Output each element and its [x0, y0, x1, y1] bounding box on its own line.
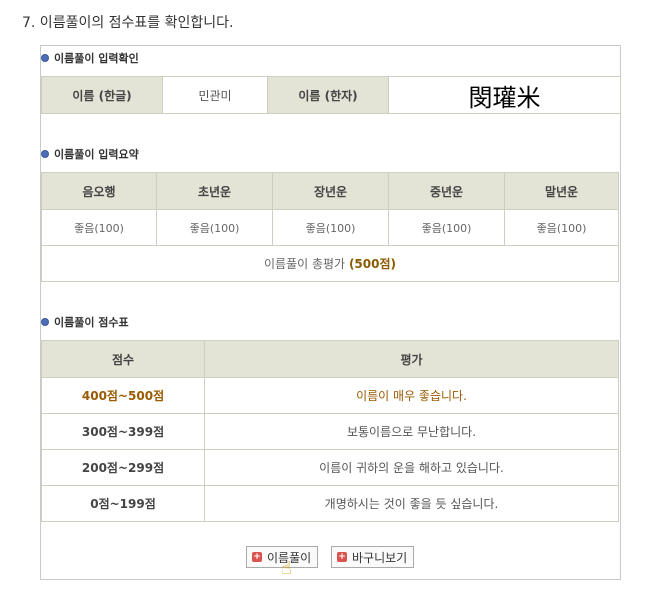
result-panel: 이름풀이 입력확인 이름 (한글) 민관미 이름 (한자) 閔瓘米 이름풀이 입…	[40, 45, 621, 580]
score-range: 300점~399점	[41, 413, 205, 450]
value-hangul: 민관미	[162, 76, 268, 114]
summary-value: 좋음(100)	[504, 209, 619, 246]
summary-value-row: 좋음(100) 좋음(100) 좋음(100) 좋음(100) 좋음(100)	[41, 209, 619, 246]
score-desc: 개명하시는 것이 좋을 듯 싶습니다.	[204, 485, 619, 522]
score-desc: 보통이름으로 무난합니다.	[204, 413, 619, 450]
table-row: 0점~199점 개명하시는 것이 좋을 듯 싶습니다.	[41, 485, 619, 522]
score-range: 0점~199점	[41, 485, 205, 522]
score-desc: 이름이 매우 좋습니다.	[204, 377, 619, 414]
plus-icon: +	[337, 552, 347, 562]
summary-header: 초년운	[156, 172, 273, 210]
score-range: 200점~299점	[41, 449, 205, 486]
cart-button-label: 바구니보기	[352, 550, 408, 565]
label-hangul: 이름 (한글)	[41, 76, 163, 114]
input-check-table: 이름 (한글) 민관미 이름 (한자) 閔瓘米	[41, 76, 621, 114]
score-table: 점수 평가 400점~500점 이름이 매우 좋습니다. 300점~399점 보…	[41, 340, 619, 522]
input-summary-heading: 이름풀이 입력요약	[41, 146, 139, 162]
summary-value: 좋음(100)	[388, 209, 505, 246]
cart-button[interactable]: + 바구니보기	[331, 546, 415, 568]
bullet-icon	[41, 318, 49, 326]
score-range: 400점~500점	[41, 377, 205, 414]
plus-icon: +	[252, 552, 262, 562]
table-row: 200점~299점 이름이 귀하의 운을 해하고 있습니다.	[41, 449, 619, 486]
summary-header: 말년운	[504, 172, 619, 210]
summary-header-row: 음오행 초년운 장년운 중년운 말년운	[41, 172, 619, 210]
table-row: 400점~500점 이름이 매우 좋습니다.	[41, 377, 619, 414]
input-check-heading-text: 이름풀이 입력확인	[54, 52, 139, 65]
summary-value: 좋음(100)	[41, 209, 157, 246]
summary-total-row: 이름풀이 총평가 (500점)	[41, 245, 619, 282]
label-hanja: 이름 (한자)	[267, 76, 389, 114]
summary-header: 음오행	[41, 172, 157, 210]
summary-value: 좋음(100)	[156, 209, 273, 246]
hand-cursor-icon: ☝	[281, 558, 292, 579]
table-row: 300점~399점 보통이름으로 무난합니다.	[41, 413, 619, 450]
total-label: 이름풀이 총평가	[264, 257, 346, 271]
input-summary-heading-text: 이름풀이 입력요약	[54, 148, 139, 161]
score-table-heading: 이름풀이 점수표	[41, 314, 129, 330]
bullet-icon	[41, 54, 49, 62]
value-hanja: 閔瓘米	[388, 76, 621, 114]
score-header-row: 점수 평가	[41, 340, 619, 378]
summary-header: 중년운	[388, 172, 505, 210]
score-header-eval: 평가	[204, 340, 619, 378]
step-title: 7. 이름풀이의 점수표를 확인합니다.	[22, 15, 234, 31]
input-check-heading: 이름풀이 입력확인	[41, 50, 139, 66]
bullet-icon	[41, 150, 49, 158]
summary-header: 장년운	[272, 172, 389, 210]
input-summary-table: 음오행 초년운 장년운 중년운 말년운 좋음(100) 좋음(100) 좋음(1…	[41, 172, 619, 282]
score-table-heading-text: 이름풀이 점수표	[54, 316, 129, 329]
summary-value: 좋음(100)	[272, 209, 389, 246]
score-desc: 이름이 귀하의 운을 해하고 있습니다.	[204, 449, 619, 486]
total-score: (500점)	[348, 257, 396, 271]
score-header-range: 점수	[41, 340, 205, 378]
summary-total: 이름풀이 총평가 (500점)	[41, 245, 619, 282]
